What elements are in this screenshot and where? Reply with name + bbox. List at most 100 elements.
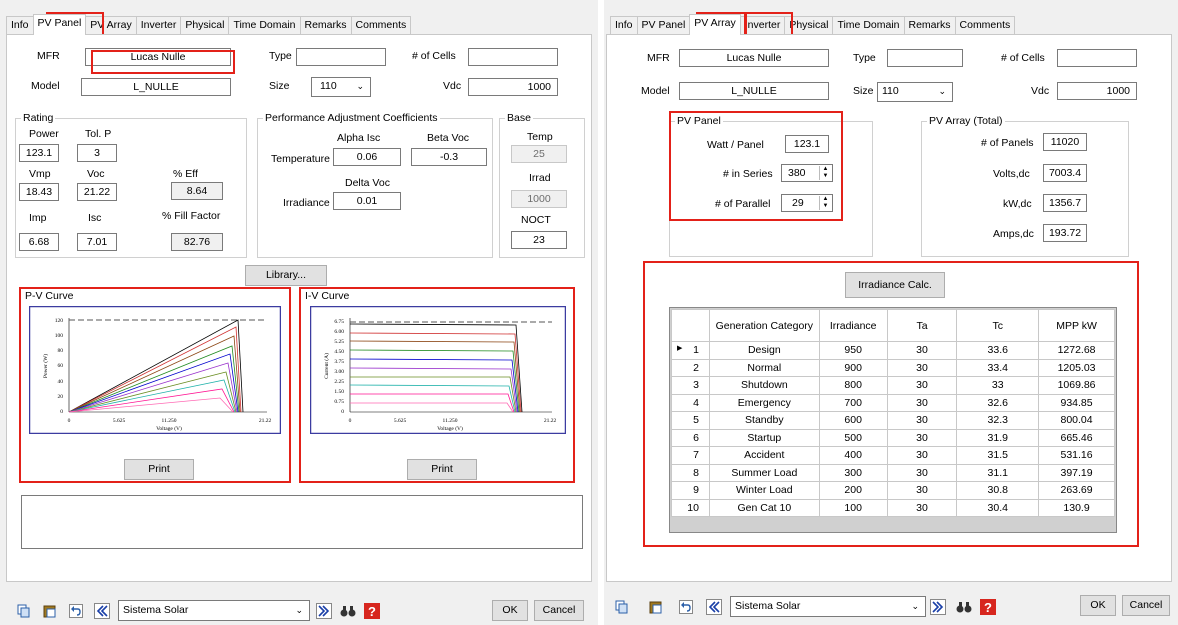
tab-pv-array[interactable]: PV Array <box>689 14 741 35</box>
project-dropdown[interactable]: Sistema Solar ⌄ <box>730 596 926 617</box>
table-cell[interactable]: 263.69 <box>1038 481 1115 500</box>
paste-icon[interactable] <box>40 601 60 621</box>
row-number-cell[interactable]: 8 <box>671 463 710 482</box>
table-cell[interactable]: 30 <box>886 341 958 360</box>
vdc-field[interactable]: 1000 <box>468 78 558 96</box>
row-number-cell[interactable]: 7 <box>671 446 710 465</box>
row-number-cell[interactable]: 5 <box>671 411 710 430</box>
table-row[interactable]: 8 Summer Load 300 30 31.1 397.19 <box>671 463 1115 482</box>
tab-info[interactable]: Info <box>6 16 34 34</box>
table-cell[interactable]: Gen Cat 10 <box>708 498 820 517</box>
table-cell[interactable]: 130.9 <box>1038 498 1115 517</box>
row-number-cell[interactable]: 10 <box>671 498 710 517</box>
size-dropdown[interactable]: 110 ⌄ <box>877 82 953 102</box>
table-cell[interactable]: 950 <box>818 341 888 360</box>
table-cell[interactable]: 30 <box>886 358 958 377</box>
iv-print-button[interactable]: Print <box>407 459 477 480</box>
cells-field[interactable] <box>1057 49 1137 67</box>
table-row[interactable]: 6 Startup 500 30 31.9 665.46 <box>671 428 1115 447</box>
tab-comments[interactable]: Comments <box>350 16 412 34</box>
table-cell[interactable]: 1272.68 <box>1038 341 1115 360</box>
table-cell[interactable]: Shutdown <box>708 376 820 395</box>
next-icon[interactable] <box>314 601 334 621</box>
irradiance-calc-button[interactable]: Irradiance Calc. <box>845 272 945 298</box>
table-cell[interactable]: 500 <box>818 428 888 447</box>
library-button[interactable]: Library... <box>245 265 327 286</box>
isc-field[interactable]: 7.01 <box>77 233 117 251</box>
row-number-cell[interactable]: 3 <box>671 376 710 395</box>
table-row[interactable]: 9 Winter Load 200 30 30.8 263.69 <box>671 481 1115 500</box>
table-row[interactable]: 5 Standby 600 30 32.3 800.04 <box>671 411 1115 430</box>
table-cell[interactable]: Startup <box>708 428 820 447</box>
undo-icon[interactable] <box>676 597 696 617</box>
table-row[interactable]: 3 Shutdown 800 30 33 1069.86 <box>671 376 1115 395</box>
noct-field[interactable]: 23 <box>511 231 567 249</box>
table-cell[interactable]: 30 <box>886 393 958 412</box>
table-cell[interactable]: 30 <box>886 428 958 447</box>
previous-icon[interactable] <box>92 601 112 621</box>
help-icon[interactable]: ? <box>978 597 998 617</box>
mfr-field[interactable]: Lucas Nulle <box>679 49 829 67</box>
table-cell[interactable]: 31.9 <box>956 428 1040 447</box>
table-cell[interactable]: 32.3 <box>956 411 1040 430</box>
tab-inverter[interactable]: Inverter <box>135 16 182 34</box>
row-number-cell[interactable]: 9 <box>671 481 710 500</box>
row-number-cell[interactable]: ▶ 1 <box>671 341 710 360</box>
table-cell[interactable]: Standby <box>708 411 820 430</box>
table-cell[interactable]: Emergency <box>708 393 820 412</box>
table-cell[interactable]: 30 <box>886 481 958 500</box>
table-cell[interactable]: 30 <box>886 446 958 465</box>
spinner-arrows-icon[interactable]: ▲ ▼ <box>819 196 831 210</box>
of-parallel-stepper[interactable]: 29 ▲ ▼ <box>781 194 833 212</box>
table-cell[interactable]: 31.1 <box>956 463 1040 482</box>
table-cell[interactable]: 30 <box>886 411 958 430</box>
table-cell[interactable]: Normal <box>708 358 820 377</box>
table-cell[interactable]: 600 <box>818 411 888 430</box>
alpha-isc-field[interactable]: 0.06 <box>333 148 401 166</box>
table-cell[interactable]: 30 <box>886 463 958 482</box>
table-cell[interactable]: Summer Load <box>708 463 820 482</box>
table-cell[interactable]: 32.6 <box>956 393 1040 412</box>
project-dropdown[interactable]: Sistema Solar ⌄ <box>118 600 310 621</box>
tab-pv-panel[interactable]: PV Panel <box>32 14 87 35</box>
table-cell[interactable]: Accident <box>708 446 820 465</box>
table-cell[interactable]: 665.46 <box>1038 428 1115 447</box>
find-binoculars-icon[interactable] <box>954 597 974 617</box>
table-row[interactable]: 4 Emergency 700 30 32.6 934.85 <box>671 393 1115 412</box>
table-cell[interactable]: 100 <box>818 498 888 517</box>
table-cell[interactable]: 200 <box>818 481 888 500</box>
paste-icon[interactable] <box>646 597 666 617</box>
delta-voc-field[interactable]: 0.01 <box>333 192 401 210</box>
ok-button[interactable]: OK <box>492 600 528 621</box>
table-cell[interactable]: 700 <box>818 393 888 412</box>
model-field[interactable]: L_NULLE <box>679 82 829 100</box>
tab-info[interactable]: Info <box>610 16 638 34</box>
table-cell[interactable]: 1069.86 <box>1038 376 1115 395</box>
next-icon[interactable] <box>928 597 948 617</box>
table-cell[interactable]: 30.4 <box>956 498 1040 517</box>
undo-icon[interactable] <box>66 601 86 621</box>
table-row[interactable]: ▶ 1 Design 950 30 33.6 1272.68 <box>671 341 1115 360</box>
row-number-cell[interactable]: 2 <box>671 358 710 377</box>
size-dropdown[interactable]: 110 ⌄ <box>311 77 371 97</box>
power-field[interactable]: 123.1 <box>19 144 59 162</box>
previous-icon[interactable] <box>704 597 724 617</box>
voc-field[interactable]: 21.22 <box>77 183 117 201</box>
tab-time-domain[interactable]: Time Domain <box>228 16 301 34</box>
vdc-field[interactable]: 1000 <box>1057 82 1137 100</box>
beta-voc-field[interactable]: -0.3 <box>411 148 487 166</box>
cells-field[interactable] <box>468 48 558 66</box>
imp-field[interactable]: 6.68 <box>19 233 59 251</box>
generation-table[interactable]: Generation Category Irradiance Ta Tc MPP… <box>671 309 1115 517</box>
tab-remarks[interactable]: Remarks <box>903 16 956 34</box>
table-row[interactable]: 10 Gen Cat 10 100 30 30.4 130.9 <box>671 498 1115 517</box>
type-field[interactable] <box>296 48 386 66</box>
copy-icon[interactable] <box>612 597 632 617</box>
find-binoculars-icon[interactable] <box>338 601 358 621</box>
spinner-arrows-icon[interactable]: ▲ ▼ <box>819 166 831 180</box>
table-cell[interactable]: 531.16 <box>1038 446 1115 465</box>
tolp-field[interactable]: 3 <box>77 144 117 162</box>
vmp-field[interactable]: 18.43 <box>19 183 59 201</box>
table-cell[interactable]: 31.5 <box>956 446 1040 465</box>
table-cell[interactable]: 30 <box>886 498 958 517</box>
